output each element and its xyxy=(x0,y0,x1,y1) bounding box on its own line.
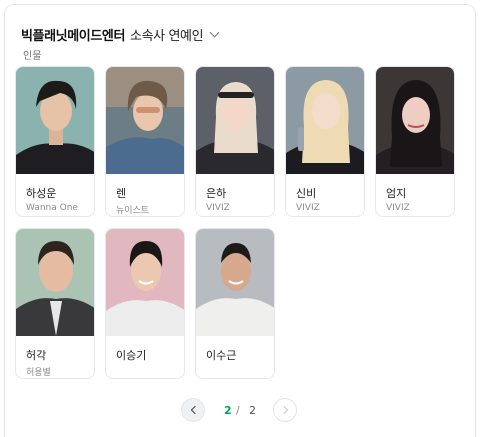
person-photo[interactable] xyxy=(16,67,94,174)
person-photo[interactable] xyxy=(16,229,94,336)
prev-page-button[interactable] xyxy=(181,398,205,422)
person-card-8[interactable]: 이수근 xyxy=(195,228,275,379)
total-pages: 2 xyxy=(249,404,256,417)
pagination: 2 / 2 xyxy=(181,398,297,422)
person-name[interactable]: 엄지 xyxy=(386,185,406,201)
person-card-7[interactable]: 이승기 xyxy=(105,228,185,379)
person-group: VIVIZ xyxy=(386,203,410,213)
person-group: Wanna One xyxy=(26,203,78,213)
agency-name[interactable]: 빅플래닛메이드엔터 xyxy=(21,25,125,44)
page-separator: / xyxy=(236,404,240,417)
next-page-button[interactable] xyxy=(273,398,297,422)
person-name[interactable]: 허각 xyxy=(26,347,46,363)
person-photo[interactable] xyxy=(376,67,454,174)
person-card-6[interactable]: 허각 허용별 xyxy=(15,228,95,379)
panel-header[interactable]: 빅플래닛메이드엔터 소속사 연예인 xyxy=(21,25,220,44)
person-name[interactable]: 신비 xyxy=(296,185,316,201)
chevron-down-icon[interactable] xyxy=(209,27,220,38)
person-name[interactable]: 하성운 xyxy=(26,185,56,201)
person-photo[interactable] xyxy=(196,229,274,336)
person-photo[interactable] xyxy=(196,67,274,174)
chevron-right-icon xyxy=(279,405,289,415)
chevron-left-icon xyxy=(190,405,200,415)
person-photo[interactable] xyxy=(286,67,364,174)
person-group: VIVIZ xyxy=(206,203,230,213)
person-photo[interactable] xyxy=(106,229,184,336)
person-group: 허용별 xyxy=(26,368,51,378)
person-card-2[interactable]: 렌 뉴이스트 xyxy=(105,66,185,217)
category-label[interactable]: 소속사 연예인 xyxy=(130,25,203,44)
person-card-3[interactable]: 은하 VIVIZ xyxy=(195,66,275,217)
person-card-4[interactable]: 신비 VIVIZ xyxy=(285,66,365,217)
person-group: VIVIZ xyxy=(296,203,320,213)
person-name[interactable]: 은하 xyxy=(206,185,226,201)
current-page: 2 xyxy=(224,404,232,417)
person-photo[interactable] xyxy=(106,67,184,174)
person-card-5[interactable]: 엄지 VIVIZ xyxy=(375,66,455,217)
person-name[interactable]: 렌 xyxy=(116,185,126,201)
person-name[interactable]: 이수근 xyxy=(206,347,236,363)
section-subtitle: 인물 xyxy=(23,51,42,62)
person-group: 뉴이스트 xyxy=(116,206,150,216)
person-card-1[interactable]: 하성운 Wanna One xyxy=(15,66,95,217)
person-name[interactable]: 이승기 xyxy=(116,347,146,363)
